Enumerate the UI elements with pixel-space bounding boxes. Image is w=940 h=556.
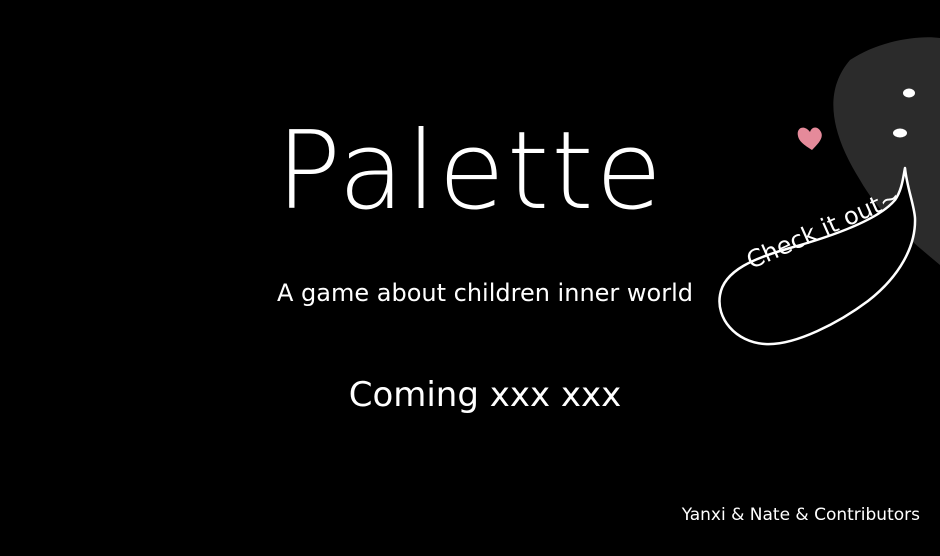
game-subtitle: A game about children inner world (277, 279, 693, 307)
creature-eye (893, 128, 907, 138)
credits-text: Yanxi & Nate & Contributors (681, 505, 920, 525)
release-date: Coming xxx xxx (348, 375, 622, 415)
shadow-creature (718, 37, 940, 346)
creature-eye (903, 88, 915, 98)
heart-icon (797, 127, 822, 150)
title-screen: Palette A game about children inner worl… (0, 0, 940, 556)
